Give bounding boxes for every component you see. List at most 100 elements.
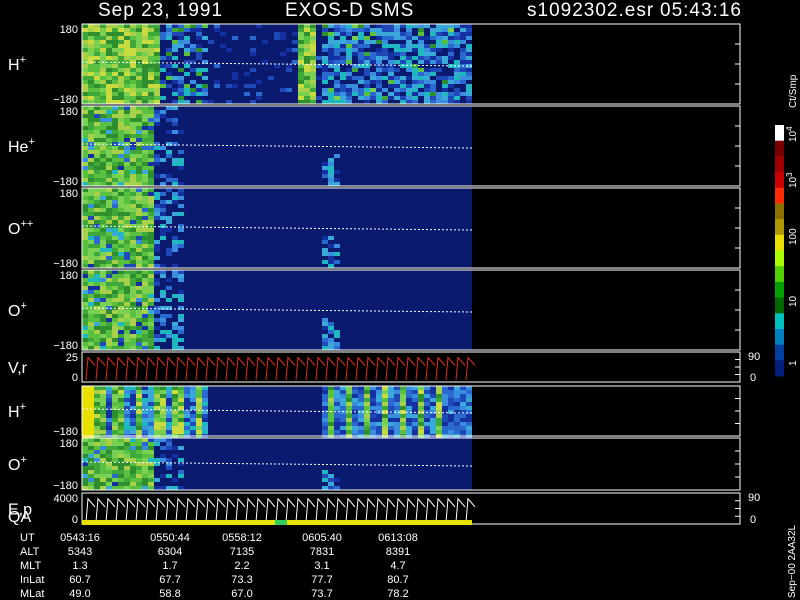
spectrogram-cell [358, 76, 364, 80]
spectrogram-cell [436, 386, 442, 390]
spectrogram-cell [82, 446, 88, 450]
spectrogram-cell [124, 72, 130, 76]
spectrogram-cell [442, 60, 448, 64]
spectrogram-cell [202, 398, 208, 402]
spectrogram-cell [112, 394, 118, 398]
spectrogram-cell [388, 28, 394, 32]
sample-trace [275, 497, 286, 523]
spectrogram-cell [124, 486, 130, 490]
spectrogram-cell [166, 24, 172, 28]
spectrogram-cell [202, 390, 208, 394]
spectrogram-cell [142, 142, 148, 146]
spectrogram-cell [160, 438, 166, 442]
spectrogram-cell [388, 414, 394, 418]
spectrogram-cell [118, 248, 124, 252]
spectrogram-cell [142, 286, 148, 290]
spectrogram-cell [136, 274, 142, 278]
spectrogram-cell [142, 220, 148, 224]
spectrogram-cell [346, 96, 352, 100]
spectrogram-cell [166, 442, 172, 446]
spectrogram-cell [154, 52, 160, 56]
spectrogram-cell [322, 48, 328, 52]
spectrogram-cell [394, 68, 400, 72]
spectrogram-cell [226, 48, 232, 52]
spectrogram-cell [166, 314, 172, 318]
spectrogram-cell [136, 338, 142, 342]
spectrogram-cell [298, 92, 304, 96]
spectrogram-cell [454, 92, 460, 96]
spectrogram-cell [400, 394, 406, 398]
spectrogram-cell [148, 294, 154, 298]
spectrogram-cell [100, 100, 106, 104]
spectrogram-cell [178, 410, 184, 414]
spectrogram-cell [118, 154, 124, 158]
spectrogram-cell [334, 72, 340, 76]
spectrogram-cell [190, 28, 196, 32]
spectrogram-cell [118, 48, 124, 52]
spectrogram-cell [418, 56, 424, 60]
panel-label-superscript: + [20, 54, 26, 66]
spectrogram-cell [154, 398, 160, 402]
spectrogram-cell [100, 154, 106, 158]
spectrogram-cell [148, 290, 154, 294]
spectrogram-cell [178, 394, 184, 398]
spectrogram-cell [100, 322, 106, 326]
spectrogram-cell [178, 44, 184, 48]
spectrogram-cell [430, 422, 436, 426]
spectrogram-cell [82, 204, 88, 208]
spectrogram-cell [196, 92, 202, 96]
spectrogram-cell [364, 92, 370, 96]
spectrogram-cell [166, 386, 172, 390]
spectrogram-cell [94, 282, 100, 286]
sample-trace [295, 497, 306, 523]
spectrogram-cell [136, 32, 142, 36]
spectrogram-cell [124, 122, 130, 126]
spectrogram-cell [160, 422, 166, 426]
spectrogram-cell [358, 422, 364, 426]
spectrogram-cell [130, 334, 136, 338]
spectrogram-cell [112, 438, 118, 442]
spectrogram-cell [88, 430, 94, 434]
spectrogram-cell [136, 134, 142, 138]
spectrogram-cell [160, 474, 166, 478]
spectrogram-cell [142, 182, 148, 186]
spectrogram-cell [214, 64, 220, 68]
spectrogram-cell [112, 318, 118, 322]
y-tick-top: 180 [60, 188, 78, 200]
spectrogram-cell [154, 84, 160, 88]
spectrogram-cell [310, 92, 316, 96]
spectrogram-cell [406, 386, 412, 390]
colorbar-swatch [775, 344, 784, 361]
spectrogram-cell [112, 330, 118, 334]
spectrogram-cell [442, 76, 448, 80]
spectrogram-cell [130, 28, 136, 32]
spectrogram-cell [148, 88, 154, 92]
spectrogram-cell [142, 310, 148, 314]
spectrogram-cell [130, 40, 136, 44]
spectrogram-cell [100, 178, 106, 182]
spectrogram-cell [130, 410, 136, 414]
spectrogram-cell [136, 52, 142, 56]
spectrogram-cell [112, 110, 118, 114]
spectrogram-cell [88, 28, 94, 32]
spectrogram-cell [148, 142, 154, 146]
spectrogram-cell [112, 166, 118, 170]
spectrogram-cell [424, 92, 430, 96]
spectrogram-cell [160, 80, 166, 84]
spectrogram-cell [454, 414, 460, 418]
spectrogram-cell [124, 286, 130, 290]
spectrogram-cell [406, 64, 412, 68]
spectrogram-cell [94, 286, 100, 290]
spectrogram-cell [370, 414, 376, 418]
spectrogram-cell [310, 76, 316, 80]
spectrogram-cell [322, 478, 328, 482]
spectrogram-cell [214, 28, 220, 32]
spectrogram-cell [442, 56, 448, 60]
spectrogram-cell [436, 36, 442, 40]
spectrogram-cell [382, 56, 388, 60]
spectrogram-cell [100, 196, 106, 200]
spectrogram-cell [106, 422, 112, 426]
spectrogram-cell [82, 188, 88, 192]
spectrogram-cell [466, 402, 472, 406]
spectrogram-cell [124, 216, 130, 220]
